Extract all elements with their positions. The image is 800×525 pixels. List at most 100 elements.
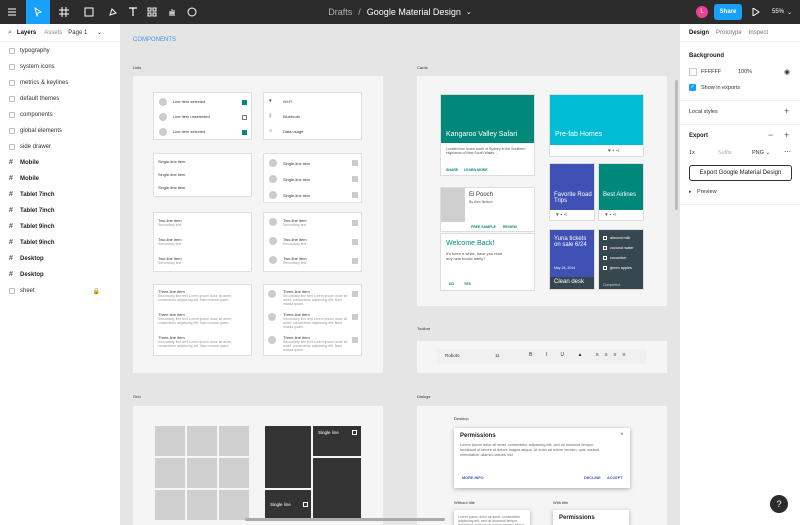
- add-style-icon[interactable]: +: [784, 106, 789, 116]
- pen-tool-icon[interactable]: [102, 0, 124, 24]
- more-options-icon[interactable]: ⋯: [784, 148, 791, 156]
- canvas[interactable]: COMPONENTS Lists Line item selected Line…: [121, 24, 679, 525]
- hand-tool-icon[interactable]: [165, 0, 179, 24]
- card-title: Pre-fab Homes: [555, 131, 603, 138]
- frame-label-lists[interactable]: Lists: [133, 65, 141, 70]
- tab-design[interactable]: Design: [689, 30, 709, 36]
- share-button[interactable]: Share: [714, 4, 742, 20]
- layer-item[interactable]: typography: [0, 43, 120, 59]
- background-hex[interactable]: FFFFFF: [701, 69, 721, 75]
- layer-label: Desktop: [20, 256, 44, 262]
- shape-tool-icon[interactable]: [78, 0, 100, 24]
- show-in-exports-label: Show in exports: [701, 85, 741, 91]
- component-icon: [9, 144, 15, 150]
- layer-item[interactable]: # Desktop: [0, 251, 120, 267]
- section-title: COMPONENTS: [133, 37, 177, 43]
- layer-label: side drawer: [20, 144, 52, 150]
- card-yuna: Yuna tickets on sale 6/24 May 24, 2014 C…: [549, 229, 595, 290]
- main-menu-icon[interactable]: [2, 0, 22, 24]
- background-title: Background: [689, 53, 725, 59]
- layer-item[interactable]: components: [0, 107, 120, 123]
- grid-frame[interactable]: Single line Single line: [133, 406, 383, 525]
- bluetooth-icon: ᛒ: [269, 113, 273, 119]
- layer-item[interactable]: metrics & keylines: [0, 75, 120, 91]
- chevron-down-icon: ⌄: [787, 9, 793, 16]
- layer-item[interactable]: # Tablet 7inch: [0, 203, 120, 219]
- layer-label: Mobile: [20, 176, 39, 182]
- layer-item[interactable]: # Mobile: [0, 171, 120, 187]
- eye-icon[interactable]: ◉: [784, 68, 790, 76]
- preview-toggle[interactable]: Preview: [697, 189, 717, 195]
- layer-item[interactable]: side drawer: [0, 139, 120, 155]
- checkbox-icon: [603, 256, 607, 260]
- item-secondary: Secondary text: [158, 261, 182, 265]
- avatar[interactable]: L: [696, 6, 708, 18]
- export-button[interactable]: Export Google Material Design: [689, 165, 792, 181]
- file-breadcrumb[interactable]: Drafts / Google Material Design ⌄: [300, 0, 500, 24]
- data-usage-icon: ○: [269, 128, 273, 134]
- close-icon: ×: [620, 432, 624, 438]
- lists-frame[interactable]: Line item selected Line item unselected …: [133, 76, 383, 373]
- frame-label-grid[interactable]: Grid: [133, 394, 141, 399]
- toolbar-frame[interactable]: Roboto 11 B I U ▲ ≡≡≡≡: [417, 341, 667, 373]
- dialogs-frame[interactable]: Desktop Permissions × Lorem ipsum dolor …: [417, 406, 667, 525]
- dialog-decline: DECLINE: [584, 476, 601, 480]
- zoom-level[interactable]: 55% ⌄: [772, 0, 792, 24]
- cards-frame[interactable]: Kangaroo Valley Safari Located two hours…: [417, 76, 667, 306]
- layer-label: Tablet 9inch: [20, 224, 55, 230]
- lock-icon[interactable]: 🔒: [93, 288, 100, 295]
- card-title: El Pooch: [469, 192, 494, 198]
- layer-label: Tablet 7inch: [20, 208, 55, 214]
- text-tool-icon[interactable]: [126, 0, 140, 24]
- frame-label-cards[interactable]: Cards: [417, 65, 428, 70]
- search-icon[interactable]: ⌕: [8, 29, 12, 37]
- item-secondary: Secondary line text Lorem ipsum dolor si…: [158, 340, 232, 348]
- frame-tool-icon[interactable]: [53, 0, 75, 24]
- list-item: Single-line item: [283, 177, 311, 182]
- card-action-yes: YES: [464, 282, 472, 286]
- frame-label-toolbar[interactable]: Toolbar: [417, 326, 430, 331]
- layer-item[interactable]: # Tablet 9inch: [0, 219, 120, 235]
- minus-icon[interactable]: −: [768, 130, 773, 140]
- tab-layers[interactable]: Layers: [17, 30, 36, 36]
- components-tool-icon[interactable]: [145, 0, 159, 24]
- layer-item[interactable]: system icons: [0, 59, 120, 75]
- layer-item[interactable]: # Tablet 7inch: [0, 187, 120, 203]
- show-exports-checkbox[interactable]: ✓: [689, 84, 696, 91]
- layer-label: typography: [20, 48, 50, 54]
- add-export-icon[interactable]: +: [784, 130, 789, 140]
- help-button[interactable]: ?: [770, 495, 788, 513]
- tab-inspect[interactable]: Inspect: [749, 30, 768, 36]
- tab-prototype[interactable]: Prototype: [716, 30, 742, 36]
- card-actions-icon: ♥ ▪ ⋖: [605, 212, 617, 218]
- card-checklist: almond milk coconut water cucumber green ap…: [598, 229, 644, 290]
- file-name[interactable]: Google Material Design: [367, 7, 461, 17]
- layer-item[interactable]: global elements: [0, 123, 120, 139]
- page-selector[interactable]: Page 1 ⌄: [68, 29, 102, 36]
- card-action-share: SHARE: [446, 168, 459, 172]
- background-swatch[interactable]: [689, 68, 697, 76]
- triangle-right-icon[interactable]: ▸: [689, 189, 692, 195]
- layer-item[interactable]: default themes: [0, 91, 120, 107]
- background-opacity[interactable]: 100%: [738, 69, 752, 75]
- layer-item[interactable]: # Desktop: [0, 267, 120, 283]
- horizontal-scrollbar[interactable]: [245, 518, 445, 521]
- vertical-scrollbar[interactable]: [675, 80, 678, 210]
- tab-assets[interactable]: Assets: [44, 30, 62, 36]
- comment-tool-icon[interactable]: [185, 0, 199, 24]
- card-subtitle: By Alex Nelson: [469, 200, 493, 204]
- play-icon[interactable]: [750, 0, 762, 24]
- breadcrumb-parent[interactable]: Drafts: [328, 7, 352, 17]
- format-icons: B I U ▲ ≡≡≡≡: [529, 352, 632, 358]
- export-format[interactable]: PNG ⌄: [752, 150, 770, 156]
- list-item: Single-line item: [158, 185, 186, 190]
- list-item: Line item selected: [173, 129, 206, 134]
- chevron-down-icon[interactable]: ⌄: [466, 8, 472, 16]
- layer-item[interactable]: # Mobile: [0, 155, 120, 171]
- layer-item[interactable]: # Tablet 9inch: [0, 235, 120, 251]
- move-tool-icon[interactable]: [26, 0, 50, 24]
- layer-item[interactable]: sheet 🔒: [0, 283, 120, 299]
- export-suffix[interactable]: Suffix: [718, 150, 732, 156]
- export-scale[interactable]: 1x: [689, 150, 695, 156]
- frame-label-dialogs[interactable]: Dialogs: [417, 394, 430, 399]
